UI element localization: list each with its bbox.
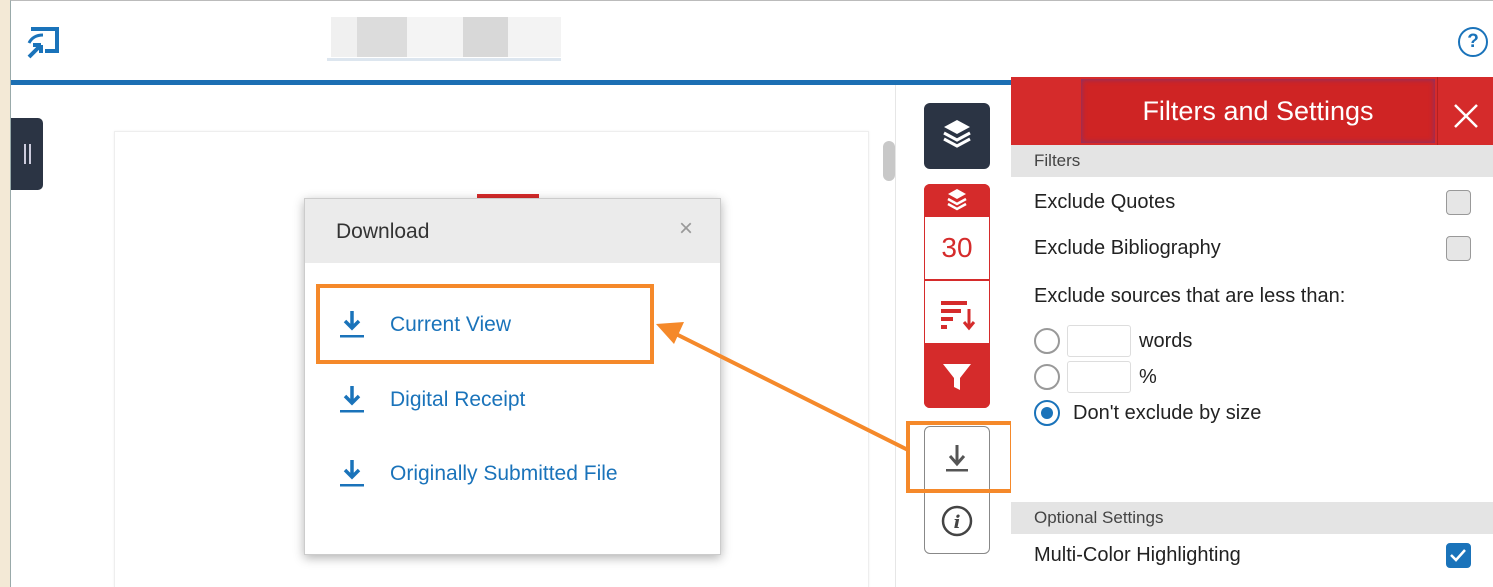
percent-unit: % [1139, 366, 1157, 388]
words-input[interactable] [1067, 325, 1131, 357]
download-item-label: Originally Submitted File [390, 462, 618, 485]
dialog-title: Download [336, 220, 430, 243]
exclude-bibliography-label: Exclude Bibliography [1034, 237, 1221, 259]
download-item-label: Digital Receipt [390, 388, 526, 411]
filters-section-header: Filters [1011, 145, 1493, 177]
filter-button[interactable] [924, 344, 990, 408]
blurred-title [407, 17, 463, 57]
title-underline [327, 58, 561, 61]
download-dialog: Download × Current View Digital Receipt … [304, 198, 721, 555]
words-unit: words [1139, 330, 1193, 352]
blurred-title [463, 17, 508, 57]
multi-color-label: Multi-Color Highlighting [1034, 544, 1241, 566]
section-title: Filters [1034, 151, 1081, 170]
filter-icon [943, 364, 971, 390]
app-window: ? 30 i Download × Current View Digital R… [10, 0, 1493, 587]
section-title: Optional Settings [1034, 508, 1164, 527]
blurred-title [331, 17, 357, 57]
exclude-quotes-label: Exclude Quotes [1034, 191, 1176, 213]
filters-settings-panel: Filters and Settings Filters Exclude Quo… [1011, 77, 1493, 587]
layers-icon [947, 189, 967, 211]
download-icon [340, 460, 364, 487]
download-icon [340, 386, 364, 413]
current-view-highlight [316, 284, 654, 364]
all-sources-button[interactable] [924, 280, 990, 344]
side-panel-handle[interactable] [11, 118, 43, 190]
exclude-bibliography-checkbox[interactable] [1446, 236, 1471, 261]
top-bar: ? [11, 1, 1493, 81]
download-original-file[interactable]: Originally Submitted File [339, 455, 669, 495]
similarity-score[interactable]: 30 [924, 216, 990, 280]
match-overview-button[interactable] [924, 184, 990, 216]
app-logo-icon[interactable] [25, 23, 65, 63]
check-icon [1450, 549, 1466, 562]
panel-title-box: Filters and Settings [1081, 79, 1435, 143]
info-icon[interactable]: i [925, 491, 989, 555]
download-button-highlight [906, 421, 1014, 493]
multi-color-checkbox[interactable] [1446, 543, 1471, 568]
percent-input[interactable] [1067, 361, 1131, 393]
exclude-words-radio[interactable] [1034, 328, 1060, 354]
svg-text:i: i [954, 512, 961, 533]
panel-title: Filters and Settings [1142, 96, 1374, 126]
close-icon [1454, 104, 1478, 128]
dont-exclude-label: Don't exclude by size [1073, 402, 1262, 424]
exclude-quotes-checkbox[interactable] [1446, 190, 1471, 215]
layers-button[interactable] [924, 103, 990, 169]
exclude-percent-radio[interactable] [1034, 364, 1060, 390]
panel-header: Filters and Settings [1011, 77, 1493, 145]
similarity-toolbar: 30 [924, 184, 990, 408]
dialog-header: Download × [305, 199, 720, 263]
dont-exclude-radio[interactable] [1034, 400, 1060, 426]
close-panel-button[interactable] [1437, 77, 1493, 145]
scroll-track [895, 85, 896, 587]
blurred-title [508, 17, 561, 57]
layers-icon [943, 120, 971, 148]
optional-settings-header: Optional Settings [1011, 502, 1493, 534]
blurred-title [357, 17, 407, 57]
header-divider [11, 80, 1011, 85]
sort-sources-icon [941, 301, 976, 331]
exclude-sources-label: Exclude sources that are less than: [1034, 285, 1346, 307]
document-scrollbar[interactable] [883, 141, 895, 181]
close-icon[interactable]: × [679, 215, 693, 243]
help-icon[interactable]: ? [1458, 27, 1488, 57]
download-digital-receipt[interactable]: Digital Receipt [339, 381, 639, 421]
